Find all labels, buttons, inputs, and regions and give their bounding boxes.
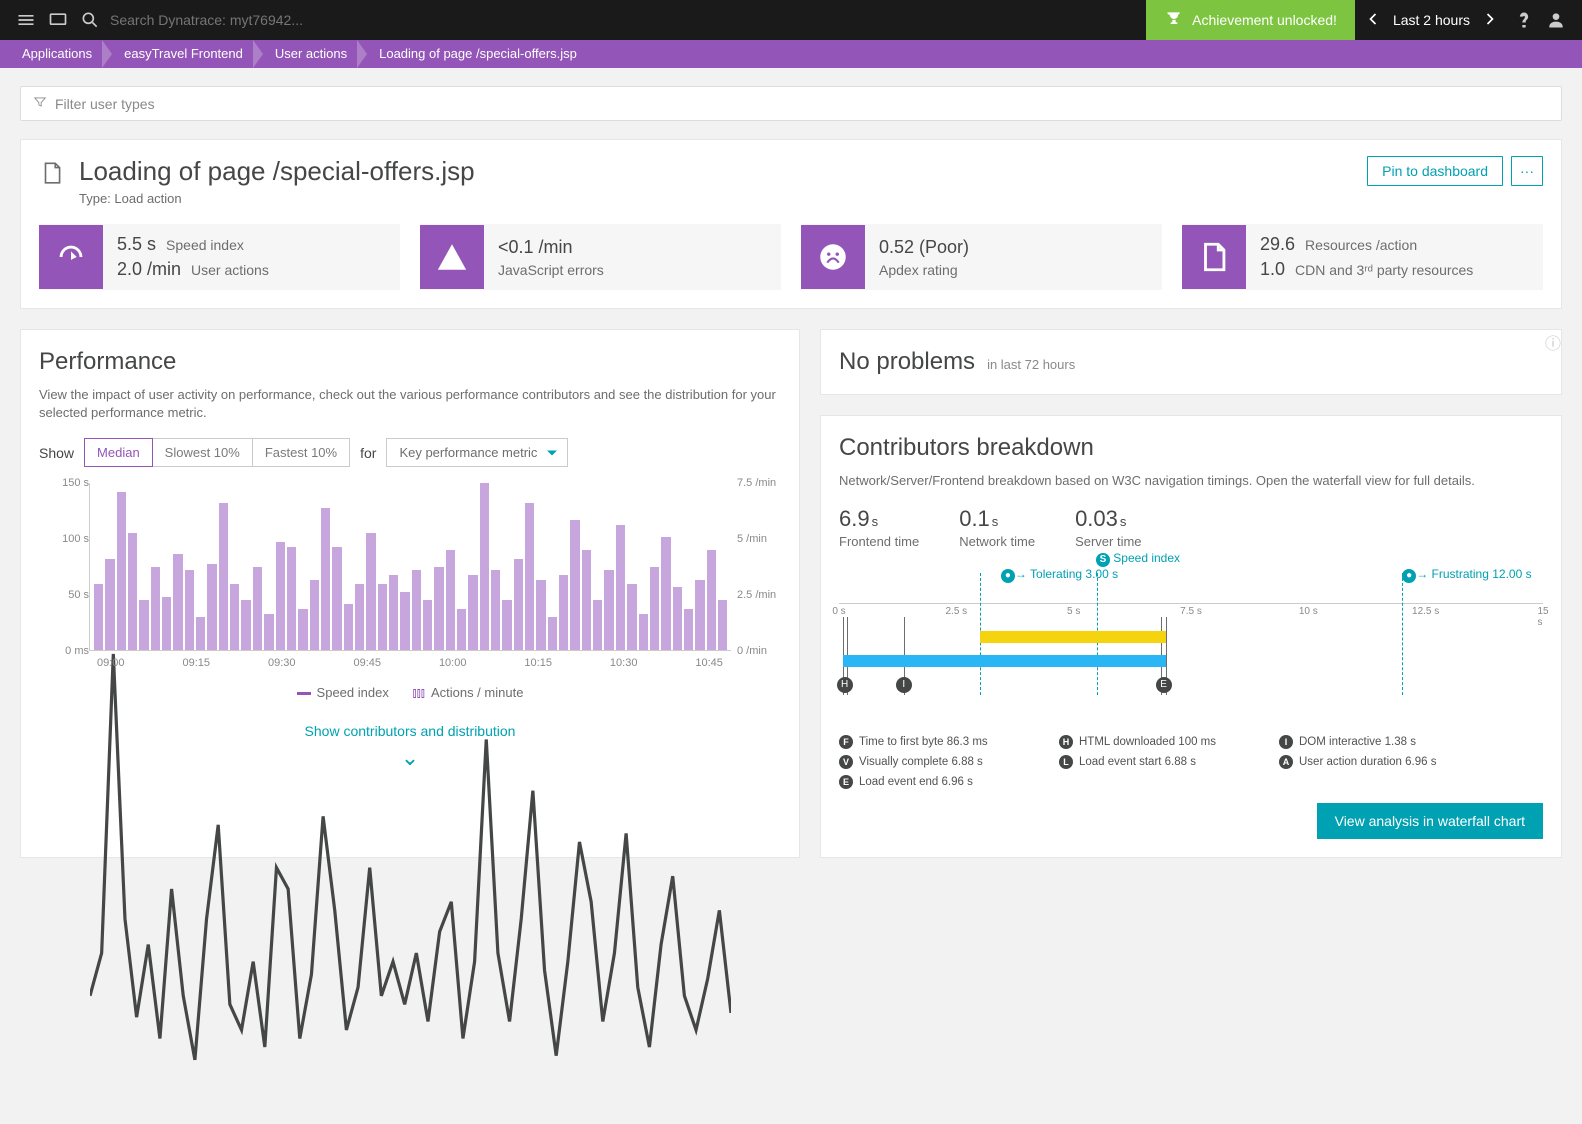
search-input[interactable] bbox=[110, 12, 410, 28]
performance-chart[interactable]: 150 s100 s50 s0 ms 7.5 /min5 /min2.5 /mi… bbox=[39, 483, 781, 673]
crumb-app[interactable]: easyTravel Frontend bbox=[112, 40, 263, 68]
metric-apdex[interactable]: 0.52 (Poor) Apdex rating bbox=[801, 224, 1162, 290]
header-card: Loading of page /special-offers.jsp Type… bbox=[20, 139, 1562, 309]
crumb-current: Loading of page /special-offers.jsp bbox=[367, 40, 597, 68]
metric-label: Speed index bbox=[166, 237, 244, 253]
seg-fastest[interactable]: Fastest 10% bbox=[252, 438, 350, 467]
percentile-segment: Median Slowest 10% Fastest 10% bbox=[84, 438, 350, 467]
pin-to-dashboard-button[interactable]: Pin to dashboard bbox=[1367, 156, 1503, 186]
breadcrumb: Applications easyTravel Frontend User ac… bbox=[0, 40, 1582, 68]
metric-label: JavaScript errors bbox=[498, 262, 604, 278]
time-picker[interactable]: Last 2 hours bbox=[1355, 9, 1508, 32]
metric-js-errors[interactable]: <0.1 /min JavaScript errors bbox=[420, 224, 781, 290]
badge-h: H bbox=[837, 677, 853, 693]
seg-median[interactable]: Median bbox=[84, 438, 153, 467]
metric-label: Resources /action bbox=[1305, 237, 1417, 253]
page-title: Loading of page /special-offers.jsp bbox=[79, 156, 475, 187]
time-label: Last 2 hours bbox=[1393, 12, 1470, 28]
timeline-chart[interactable]: ●→ Tolerating 3.00 s S Speed index ●→ Fr… bbox=[839, 567, 1543, 717]
metric-value: <0.1 /min bbox=[498, 237, 573, 258]
marker-frustrating: Frustrating 12.00 s bbox=[1432, 567, 1532, 581]
marker-tolerating: Tolerating 3.00 s bbox=[1030, 567, 1118, 581]
metric-select[interactable]: Key performance metric bbox=[386, 438, 568, 467]
for-label: for bbox=[360, 445, 376, 461]
metric-label: Apdex rating bbox=[879, 262, 958, 278]
achievement-label: Achievement unlocked! bbox=[1192, 12, 1337, 28]
contributors-title: Contributors breakdown bbox=[839, 434, 1543, 462]
topbar: Achievement unlocked! Last 2 hours bbox=[0, 0, 1582, 40]
document-icon bbox=[1182, 225, 1246, 289]
help-icon[interactable] bbox=[1508, 4, 1540, 36]
page-subtitle: Type: Load action bbox=[79, 191, 475, 206]
problems-sub: in last 72 hours bbox=[987, 357, 1075, 372]
waterfall-button[interactable]: View analysis in waterfall chart bbox=[1317, 803, 1543, 839]
metric-value: 1.0 bbox=[1260, 259, 1285, 280]
crumb-applications[interactable]: Applications bbox=[10, 40, 112, 68]
sad-face-icon bbox=[801, 225, 865, 289]
problems-card: No problems in last 72 hours ⓘ bbox=[820, 329, 1562, 395]
warning-icon bbox=[420, 225, 484, 289]
chevron-right-icon[interactable] bbox=[1480, 9, 1500, 32]
contributors-desc: Network/Server/Frontend breakdown based … bbox=[839, 472, 1543, 490]
filter-icon bbox=[33, 95, 47, 112]
chevron-left-icon[interactable] bbox=[1363, 9, 1383, 32]
metric-value: 29.6 bbox=[1260, 234, 1295, 255]
metric-speed-index[interactable]: 5.5 s Speed index 2.0 /min User actions bbox=[39, 224, 400, 290]
contributors-card: Contributors breakdown Network/Server/Fr… bbox=[820, 415, 1562, 858]
speed-icon bbox=[39, 225, 103, 289]
show-label: Show bbox=[39, 445, 74, 461]
page-icon bbox=[39, 160, 65, 189]
metric-label: CDN and 3ʳᵈ party resources bbox=[1295, 262, 1473, 278]
search-icon[interactable] bbox=[74, 4, 106, 36]
more-button[interactable]: ··· bbox=[1511, 156, 1543, 186]
filter-input[interactable]: Filter user types bbox=[20, 86, 1562, 121]
marker-speed: Speed index bbox=[1113, 551, 1180, 565]
seg-slowest[interactable]: Slowest 10% bbox=[152, 438, 253, 467]
metric-resources[interactable]: 29.6 Resources /action 1.0 CDN and 3ʳᵈ par… bbox=[1182, 224, 1543, 290]
metric-value: 0.52 (Poor) bbox=[879, 237, 969, 258]
metric-value: 2.0 /min bbox=[117, 259, 181, 280]
metric-value: 5.5 s bbox=[117, 234, 156, 255]
user-icon[interactable] bbox=[1540, 4, 1572, 36]
info-icon[interactable]: ⓘ bbox=[1545, 330, 1561, 354]
problems-title: No problems bbox=[839, 348, 975, 376]
performance-desc: View the impact of user activity on perf… bbox=[39, 386, 781, 422]
metrics-row: 5.5 s Speed index 2.0 /min User actions <0… bbox=[39, 224, 1543, 290]
metric-label: User actions bbox=[191, 262, 269, 278]
badge-i: I bbox=[896, 677, 912, 693]
badge-e: E bbox=[1156, 677, 1172, 693]
filter-placeholder: Filter user types bbox=[55, 96, 155, 112]
performance-card: Performance View the impact of user acti… bbox=[20, 329, 800, 858]
dashboard-icon[interactable] bbox=[42, 4, 74, 36]
crumb-user-actions[interactable]: User actions bbox=[263, 40, 367, 68]
achievement-banner[interactable]: Achievement unlocked! bbox=[1146, 0, 1355, 40]
performance-title: Performance bbox=[39, 348, 781, 376]
trophy-icon bbox=[1164, 9, 1184, 32]
menu-icon[interactable] bbox=[10, 4, 42, 36]
